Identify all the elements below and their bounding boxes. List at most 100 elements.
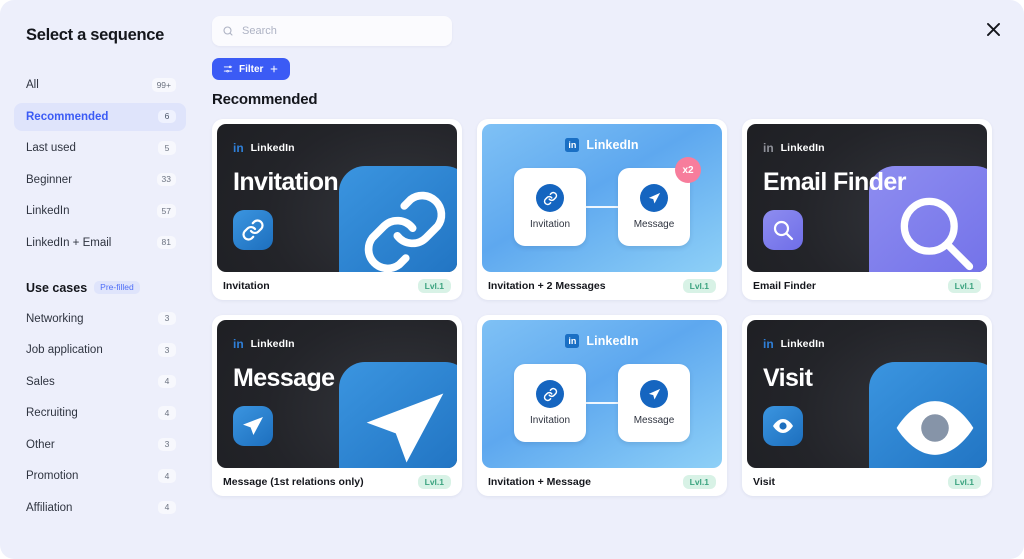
sidebar-item-count: 3 <box>158 437 176 452</box>
sidebar-item-recommended[interactable]: Recommended 6 <box>14 102 186 131</box>
flow-node-invitation: Invitation <box>514 364 586 442</box>
flow-node-label: Message <box>633 415 675 426</box>
sidebar-item-count: 4 <box>158 374 176 389</box>
linkedin-brand: in LinkedIn <box>482 334 722 348</box>
sidebar-item-other[interactable]: Other 3 <box>14 431 186 459</box>
brand-label: LinkedIn <box>780 142 825 154</box>
flow-connector <box>586 206 618 208</box>
sidebar-item-count: 81 <box>156 235 176 250</box>
sidebar-item-linkedin-email[interactable]: LinkedIn + Email 81 <box>14 229 186 257</box>
flow-node-message: Message <box>618 364 690 442</box>
brand-label: LinkedIn <box>250 338 295 350</box>
sequence-card-invitation-message[interactable]: in LinkedIn Invitation Message Invitatio… <box>477 315 727 496</box>
search-icon <box>223 26 233 36</box>
level-badge: Lvl.1 <box>417 474 451 490</box>
sidebar-item-label: LinkedIn <box>26 205 70 217</box>
flow-node-label: Invitation <box>529 219 571 230</box>
linkedin-brand: in LinkedIn <box>763 142 825 154</box>
card-name: Message (1st relations only) <box>223 476 364 488</box>
sidebar-item-all[interactable]: All 99+ <box>14 71 186 99</box>
linkedin-icon: in <box>233 337 244 351</box>
flow-node-invitation: Invitation <box>514 168 586 246</box>
filter-list: All 99+ Recommended 6 Last used 5 Beginn… <box>14 71 186 257</box>
sidebar-item-affiliation[interactable]: Affiliation 4 <box>14 494 186 522</box>
card-name: Visit <box>753 476 775 488</box>
card-name: Email Finder <box>753 280 817 292</box>
flow-diagram: Invitation Message <box>482 364 722 442</box>
sliders-icon <box>223 65 233 73</box>
level-badge: Lvl.1 <box>682 278 716 294</box>
sidebar: Select a sequence All 99+ Recommended 6 … <box>0 0 200 559</box>
card-hero-title: Visit <box>763 364 813 392</box>
sidebar-item-count: 57 <box>156 204 176 218</box>
sidebar-item-linkedin[interactable]: LinkedIn 57 <box>14 197 186 225</box>
page-title: Select a sequence <box>26 26 164 44</box>
sidebar-item-label: Job application <box>26 344 103 356</box>
sidebar-item-label: Other <box>26 438 55 451</box>
prefilled-badge: Pre-filled <box>94 280 140 295</box>
card-footer: Invitation + Message Lvl.1 <box>482 468 722 496</box>
filter-button[interactable]: Filter <box>212 58 291 80</box>
card-name: Invitation + 2 Messages <box>488 280 606 292</box>
card-name: Invitation <box>223 280 270 292</box>
card-name: Invitation + Message <box>488 476 591 488</box>
brand-label: LinkedIn <box>586 138 639 152</box>
select-sequence-modal: Select a sequence All 99+ Recommended 6 … <box>0 0 1024 559</box>
sidebar-item-label: Affiliation <box>26 501 73 514</box>
sidebar-item-label: Last used <box>26 142 76 154</box>
sidebar-item-beginner[interactable]: Beginner 33 <box>14 166 186 194</box>
linkedin-brand: in LinkedIn <box>482 138 722 152</box>
sequence-card-message[interactable]: in LinkedIn Message Message (1st relatio… <box>212 315 462 496</box>
sidebar-item-last-used[interactable]: Last used 5 <box>14 134 186 162</box>
filter-label: Filter <box>239 63 264 75</box>
brand-label: LinkedIn <box>250 142 295 154</box>
flow-node-label: Message <box>633 219 675 230</box>
link-icon-large <box>339 166 457 272</box>
use-case-list: Networking 3 Job application 3 Sales 4 R… <box>14 305 186 522</box>
send-icon <box>640 380 668 408</box>
flow-diagram: Invitation x2 Message <box>482 157 722 246</box>
linkedin-icon: in <box>565 138 580 152</box>
sequence-card-invitation[interactable]: in LinkedIn Invitation Invitation Lvl.1 <box>212 119 462 300</box>
sequence-card-visit[interactable]: in LinkedIn Visit Visit Lvl.1 <box>742 315 992 496</box>
card-footer: Invitation Lvl.1 <box>217 272 457 300</box>
sidebar-item-count: 5 <box>158 141 176 155</box>
main-content: Filter Recommended in LinkedIn Invitatio… <box>200 0 1024 559</box>
linkedin-brand: in LinkedIn <box>233 142 295 154</box>
sidebar-item-count: 4 <box>158 406 176 420</box>
sequence-card-email-finder[interactable]: in LinkedIn Email Finder Email Finder Lv… <box>742 119 992 300</box>
linkedin-brand: in LinkedIn <box>763 338 825 350</box>
search-input[interactable] <box>242 25 442 37</box>
card-footer: Visit Lvl.1 <box>747 468 987 496</box>
linkedin-icon: in <box>233 141 244 155</box>
card-footer: Message (1st relations only) Lvl.1 <box>217 468 457 496</box>
sidebar-item-count: 4 <box>158 469 176 483</box>
magnifier-icon-small <box>763 210 803 250</box>
eye-icon-large <box>869 362 987 468</box>
sidebar-item-promotion[interactable]: Promotion 4 <box>14 462 186 490</box>
sidebar-item-recruiting[interactable]: Recruiting 4 <box>14 399 186 427</box>
level-badge: Lvl.1 <box>682 474 716 490</box>
flow-node-label: Invitation <box>529 415 571 426</box>
link-icon <box>536 380 564 408</box>
use-cases-heading: Use cases Pre-filled <box>26 281 186 295</box>
search-box[interactable] <box>212 16 452 46</box>
card-footer: Invitation + 2 Messages Lvl.1 <box>482 272 722 300</box>
flow-connector <box>586 402 618 404</box>
sidebar-item-count: 99+ <box>151 78 176 92</box>
sidebar-item-networking[interactable]: Networking 3 <box>14 305 186 333</box>
linkedin-icon: in <box>763 141 774 155</box>
level-badge: Lvl.1 <box>947 474 981 490</box>
card-thumbnail: in LinkedIn Message <box>217 320 457 468</box>
sidebar-item-count: 3 <box>158 311 176 326</box>
repeat-badge: x2 <box>675 157 701 183</box>
eye-icon-small <box>763 406 803 446</box>
card-thumbnail: in LinkedIn Invitation <box>482 320 722 468</box>
sidebar-item-label: LinkedIn + Email <box>26 236 112 249</box>
sidebar-item-job-application[interactable]: Job application 3 <box>14 336 186 364</box>
sidebar-item-count: 6 <box>158 109 176 124</box>
sequence-card-invitation-2-messages[interactable]: in LinkedIn Invitation x2 Message Invita… <box>477 119 727 300</box>
level-badge: Lvl.1 <box>947 278 981 294</box>
sidebar-item-sales[interactable]: Sales 4 <box>14 368 186 396</box>
sidebar-item-count: 4 <box>158 500 176 515</box>
